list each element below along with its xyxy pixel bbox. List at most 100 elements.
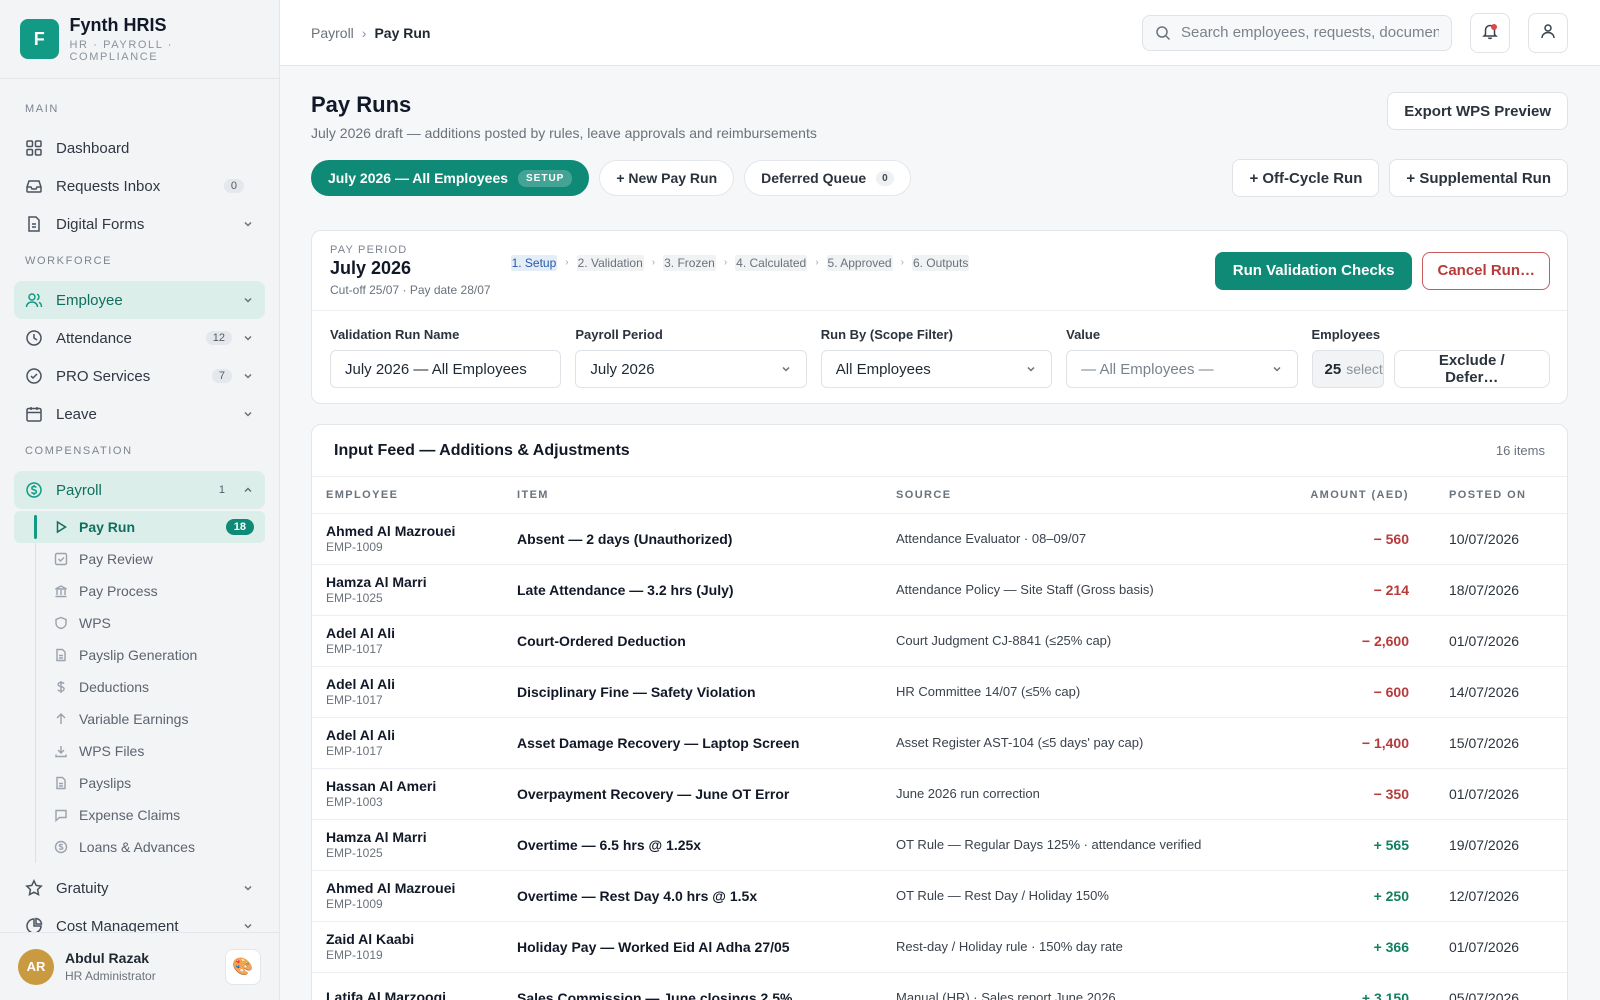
document-icon — [54, 648, 68, 662]
step-separator: › — [900, 257, 904, 268]
column-header-item[interactable]: ITEM — [503, 477, 882, 514]
sidebar-subitem-pay-process[interactable]: Pay Process — [14, 575, 265, 607]
table-row[interactable]: Ahmed Al Mazrouei EMP-1009 Overtime — Rest… — [312, 870, 1567, 922]
select-placeholder: — All Employees — — [1081, 360, 1214, 378]
table-row[interactable]: Zaid Al Kaabi EMP-1019 Holiday Pay — Worke… — [312, 921, 1567, 973]
sidebar-item-attendance[interactable]: Attendance 12 — [14, 319, 265, 357]
column-header-employee[interactable]: EMPLOYEE — [312, 477, 503, 514]
sidebar-subitem-payslips[interactable]: Payslips — [14, 767, 265, 799]
table-row[interactable]: Ahmed Al Mazrouei EMP-1009 Absent — 2 days… — [312, 513, 1567, 565]
value-select[interactable]: — All Employees — — [1066, 350, 1298, 388]
inbox-icon — [25, 177, 43, 195]
sidebar-subitem-wps[interactable]: WPS — [14, 607, 265, 639]
sidebar-subitem-wps-files[interactable]: WPS Files — [14, 735, 265, 767]
payroll-period-label: Payroll Period — [575, 327, 663, 342]
sidebar-nav: MAIN Dashboard Requests Inbox 0 Digital … — [0, 79, 279, 945]
table-row[interactable]: Adel Al Ali EMP-1017 Court-Ordered Deducti… — [312, 615, 1567, 667]
employees-selector[interactable]: 25 selected — [1311, 350, 1384, 388]
column-header-amount[interactable]: AMOUNT (AED) — [1272, 477, 1435, 514]
sidebar-item-requests-inbox[interactable]: Requests Inbox 0 — [14, 167, 265, 205]
payroll-period-select[interactable]: July 2026 — [575, 350, 807, 388]
profile-button[interactable] — [1528, 12, 1568, 53]
chevron-down-icon — [242, 408, 254, 420]
sidebar-item-digital-forms[interactable]: Digital Forms — [14, 205, 265, 243]
table-row[interactable]: Adel Al Ali EMP-1017 Asset Damage Recovery… — [312, 717, 1567, 769]
breadcrumb-payroll[interactable]: Payroll — [311, 25, 354, 41]
check-circle-icon — [25, 367, 43, 385]
avatar[interactable]: AR — [18, 948, 54, 985]
input-feed-card: Input Feed — Additions & Adjustments 16 … — [311, 424, 1568, 1000]
sidebar-subitem-deductions[interactable]: Deductions — [14, 671, 265, 703]
table-row[interactable]: Adel Al Ali EMP-1017 Disciplinary Fine — S… — [312, 666, 1567, 718]
column-header-posted-on[interactable]: POSTED ON — [1435, 477, 1567, 514]
sidebar-item-payroll[interactable]: Payroll 1 — [14, 471, 265, 509]
sidebar-item-label: Payroll — [56, 481, 102, 499]
table-row[interactable]: Latifa Al Marzooqi Sales Commission — Jun… — [312, 972, 1567, 1000]
employee-cell: Ahmed Al Mazrouei EMP-1009 — [312, 513, 503, 565]
dollar-circle-icon — [25, 481, 43, 499]
employee-name: Hamza Al Marri — [326, 829, 427, 845]
run-validation-checks-button[interactable]: Run Validation Checks — [1214, 251, 1413, 290]
sidebar-subitem-pay-run[interactable]: Pay Run 18 — [14, 511, 265, 543]
employee-name: Hassan Al Ameri — [326, 778, 437, 794]
sidebar-item-dashboard[interactable]: Dashboard — [14, 129, 265, 167]
sidebar-subitem-label: Loans & Advances — [79, 839, 195, 855]
column-header-source[interactable]: SOURCE — [882, 477, 1272, 514]
pay-period-month: July 2026 — [330, 258, 412, 278]
sidebar-item-leave[interactable]: Leave — [14, 395, 265, 433]
chevron-down-icon — [242, 882, 254, 894]
page-title: Pay Runs — [311, 92, 412, 117]
sidebar-subitem-variable-earnings[interactable]: Variable Earnings — [14, 703, 265, 735]
value-label: Value — [1066, 327, 1101, 342]
table-row[interactable]: Hassan Al Ameri EMP-1003 Overpayment Recov… — [312, 768, 1567, 820]
step-separator: › — [815, 257, 819, 268]
run-by-select[interactable]: All Employees — [820, 350, 1053, 388]
sidebar-subitem-loans-advances[interactable]: Loans & Advances — [14, 831, 265, 863]
tab-label: Deferred Queue — [761, 170, 867, 186]
sidebar-item-employee[interactable]: Employee — [14, 281, 265, 319]
count-badge: 1 — [218, 484, 225, 496]
run-by-label: Run By (Scope Filter) — [820, 327, 953, 342]
notifications-button[interactable] — [1470, 12, 1510, 53]
posted-on-cell: 12/07/2026 — [1435, 870, 1567, 922]
item-cell: Overpayment Recovery — June OT Error — [503, 768, 882, 820]
count-badge: 0 — [876, 170, 894, 186]
step-separator: › — [723, 257, 728, 268]
sidebar-subitem-label: WPS — [79, 615, 111, 631]
exclude-defer-button[interactable]: Exclude / Defer… — [1393, 350, 1551, 388]
employee-cell: Adel Al Ali EMP-1017 — [312, 666, 503, 718]
step-outputs: 6. Outputs — [911, 254, 970, 271]
posted-on-cell: 01/07/2026 — [1435, 615, 1567, 667]
sidebar-item-label: Dashboard — [56, 139, 130, 157]
posted-on-cell: 19/07/2026 — [1435, 819, 1567, 871]
table-row[interactable]: Hamza Al Marri EMP-1025 Late Attendance — … — [312, 564, 1567, 616]
tab-july-2026-all-employees[interactable]: July 2026 — All Employees SETUP — [311, 160, 590, 196]
sidebar-subitem-payslip-generation[interactable]: Payslip Generation — [14, 639, 265, 671]
sidebar-item-label: PRO Services — [56, 367, 151, 385]
sidebar-item-gratuity[interactable]: Gratuity — [14, 869, 265, 907]
cancel-run-button[interactable]: Cancel Run… — [1422, 251, 1550, 290]
run-name-input[interactable]: July 2026 — All Employees — [330, 350, 562, 388]
table-row[interactable]: Hamza Al Marri EMP-1025 Overtime — 6.5 hrs… — [312, 819, 1567, 871]
source-cell: Asset Register AST-104 (≤5 days' pay cap… — [882, 717, 1272, 769]
employee-cell: Hassan Al Ameri EMP-1003 — [312, 768, 503, 820]
clock-icon — [25, 329, 43, 347]
new-pay-run-button[interactable]: + New Pay Run — [599, 160, 735, 196]
search-input[interactable] — [1181, 24, 1439, 41]
chevron-up-icon — [242, 484, 254, 496]
chevron-down-icon — [242, 332, 254, 344]
sidebar-subitem-label: Payslip Generation — [79, 647, 198, 663]
off-cycle-run-button[interactable]: + Off-Cycle Run — [1232, 159, 1380, 197]
supplemental-run-button[interactable]: + Supplemental Run — [1389, 159, 1568, 197]
section-label-main: MAIN — [25, 103, 59, 115]
export-wps-preview-button[interactable]: Export WPS Preview — [1387, 92, 1568, 130]
step-approved: 5. Approved — [826, 254, 893, 271]
sidebar-item-label: Employee — [56, 291, 123, 309]
tab-deferred-queue[interactable]: Deferred Queue 0 — [744, 160, 911, 196]
palette-icon[interactable]: 🎨 — [225, 948, 261, 985]
sidebar-subitem-pay-review[interactable]: Pay Review — [14, 543, 265, 575]
employees-suffix: selected — [1346, 361, 1383, 377]
sidebar-item-pro-services[interactable]: PRO Services 7 — [14, 357, 265, 395]
sidebar-subitem-expense-claims[interactable]: Expense Claims — [14, 799, 265, 831]
posted-on-cell: 05/07/2026 — [1435, 972, 1567, 1000]
